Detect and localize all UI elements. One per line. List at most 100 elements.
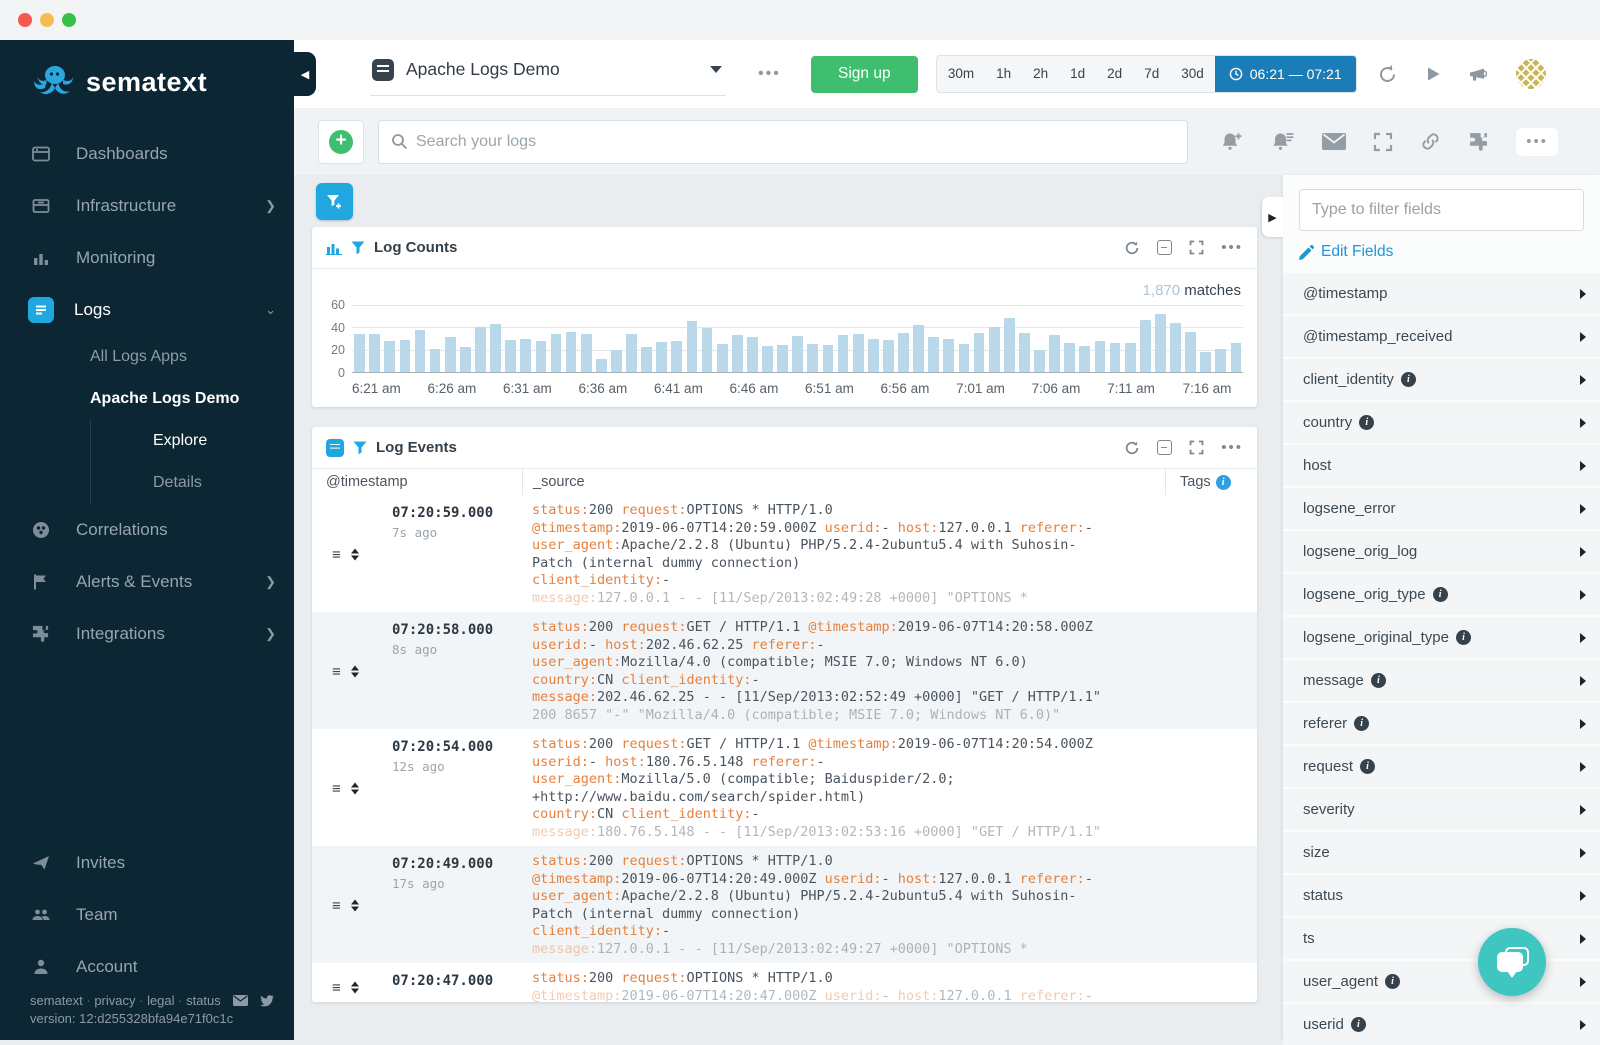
field-row-size[interactable]: size [1283,832,1600,873]
sidebar-item-apache-logs-demo[interactable]: Apache Logs Demo [0,378,294,420]
sidebar-item-team[interactable]: Team [0,889,294,941]
info-icon[interactable]: i [1360,759,1375,774]
expand-sort-icon[interactable] [351,549,359,561]
field-row-userid[interactable]: useridi [1283,1004,1600,1045]
field-row-client_identity[interactable]: client_identityi [1283,359,1600,400]
sidebar-item-logs[interactable]: Logs ⌄ [0,284,294,336]
time-range-2d[interactable]: 2d [1096,56,1133,92]
refresh-icon[interactable] [1377,64,1398,85]
field-row-message[interactable]: messagei [1283,660,1600,701]
log-event-row[interactable]: ≡07:20:59.0007s agostatus:200 request:OP… [312,495,1257,612]
expand-sort-icon[interactable] [351,982,359,994]
time-range-display[interactable]: 06:21 — 07:21 [1215,56,1356,92]
email-report-icon[interactable] [1322,133,1346,150]
panel-expand-icon[interactable] [1189,240,1204,255]
envelope-icon[interactable] [233,995,248,1006]
info-icon[interactable]: i [1456,630,1471,645]
panel-refresh-icon[interactable] [1124,240,1140,256]
column-tags[interactable]: Tags i [1165,469,1257,495]
avatar[interactable] [1516,59,1546,89]
log-event-row[interactable]: ≡07:20:47.000status:200 request:OPTIONS … [312,963,1257,1002]
info-icon[interactable]: i [1351,1017,1366,1032]
sidebar-item-correlations[interactable]: Correlations [0,504,294,556]
add-query-button[interactable]: + [318,120,364,164]
drag-handle-icon[interactable]: ≡ [332,898,341,913]
sidebar-item-details[interactable]: Details [91,462,294,504]
integrations-puzzle-icon[interactable] [1468,131,1489,152]
expand-sort-icon[interactable] [351,783,359,795]
expand-sort-icon[interactable] [351,900,359,912]
sidebar-item-infrastructure[interactable]: Infrastructure ❯ [0,180,294,232]
field-row-severity[interactable]: severity [1283,789,1600,830]
panel-refresh-icon[interactable] [1124,440,1140,456]
drag-handle-icon[interactable]: ≡ [332,781,341,796]
field-filter-input[interactable] [1299,189,1584,231]
sidebar-item-integrations[interactable]: Integrations ❯ [0,608,294,660]
column-source[interactable]: _source [522,469,1165,495]
panel-more-icon[interactable]: ••• [1221,243,1243,253]
sidebar-item-all-logs-apps[interactable]: All Logs Apps [0,336,294,378]
field-row-country[interactable]: countryi [1283,402,1600,443]
app-menu-button[interactable]: ••• [758,65,781,83]
log-event-row[interactable]: ≡07:20:54.00012s agostatus:200 request:G… [312,729,1257,846]
log-event-row[interactable]: ≡07:20:58.0008s agostatus:200 request:GE… [312,612,1257,729]
fields-panel-collapse-toggle[interactable]: ▶ [1262,197,1283,237]
time-range-1h[interactable]: 1h [985,56,1022,92]
sidebar-collapse-toggle[interactable]: ◀ [294,52,316,96]
field-row-user_agent[interactable]: user_agenti [1283,961,1600,1002]
info-icon[interactable]: i [1216,475,1231,490]
field-row-referer[interactable]: refereri [1283,703,1600,744]
log-event-row[interactable]: ≡07:20:49.00017s agostatus:200 request:O… [312,846,1257,963]
field-row-ts[interactable]: ts [1283,918,1600,959]
footer-link-status[interactable]: status [186,993,221,1008]
panel-more-icon[interactable]: ••• [1221,443,1243,453]
panel-expand-icon[interactable] [1189,440,1204,455]
info-icon[interactable]: i [1401,372,1416,387]
time-range-30d[interactable]: 30d [1170,56,1215,92]
window-minimize-button[interactable] [40,13,54,27]
footer-link-legal[interactable]: legal [147,993,174,1008]
info-icon[interactable]: i [1359,415,1374,430]
chat-widget-button[interactable] [1478,928,1546,996]
footer-link-sematext[interactable]: sematext [30,993,83,1008]
drag-handle-icon[interactable]: ≡ [332,980,341,995]
search-input[interactable] [416,133,1175,151]
field-row-logsene_orig_type[interactable]: logsene_orig_typei [1283,574,1600,615]
sidebar-item-invites[interactable]: Invites [0,837,294,889]
sidebar-item-monitoring[interactable]: Monitoring [0,232,294,284]
time-range-7d[interactable]: 7d [1133,56,1170,92]
app-selector-dropdown[interactable]: Apache Logs Demo [370,53,726,96]
field-row-request[interactable]: requesti [1283,746,1600,787]
fullscreen-icon[interactable] [1373,132,1393,152]
panel-minimize-icon[interactable] [1157,440,1172,455]
add-filter-button[interactable] [316,183,353,220]
time-range-30m[interactable]: 30m [937,56,985,92]
field-row-host[interactable]: host [1283,445,1600,486]
time-range-1d[interactable]: 1d [1059,56,1096,92]
field-row-logsene_original_type[interactable]: logsene_original_typei [1283,617,1600,658]
info-icon[interactable]: i [1371,673,1386,688]
alert-rules-bell-add-icon[interactable] [1220,131,1244,153]
field-row-@timestamp_received[interactable]: @timestamp_received [1283,316,1600,357]
drag-handle-icon[interactable]: ≡ [332,547,341,562]
field-row-logsene_error[interactable]: logsene_error [1283,488,1600,529]
info-icon[interactable]: i [1385,974,1400,989]
sidebar-item-alerts-events[interactable]: Alerts & Events ❯ [0,556,294,608]
footer-link-privacy[interactable]: privacy [94,993,135,1008]
panel-minimize-icon[interactable] [1157,240,1172,255]
saved-queries-bell-list-icon[interactable] [1271,131,1295,153]
logo[interactable]: sematext [0,40,294,128]
drag-handle-icon[interactable]: ≡ [332,664,341,679]
share-link-icon[interactable] [1420,131,1441,152]
twitter-icon[interactable] [260,995,274,1007]
field-row-logsene_orig_log[interactable]: logsene_orig_log [1283,531,1600,572]
signup-button[interactable]: Sign up [811,56,918,93]
info-icon[interactable]: i [1354,716,1369,731]
field-row-@timestamp[interactable]: @timestamp [1283,273,1600,314]
edit-fields-link[interactable]: Edit Fields [1299,243,1584,261]
sidebar-item-account[interactable]: Account [0,941,294,993]
window-zoom-button[interactable] [62,13,76,27]
expand-sort-icon[interactable] [351,666,359,678]
more-actions-button[interactable]: ••• [1516,128,1558,156]
play-icon[interactable] [1424,65,1442,83]
